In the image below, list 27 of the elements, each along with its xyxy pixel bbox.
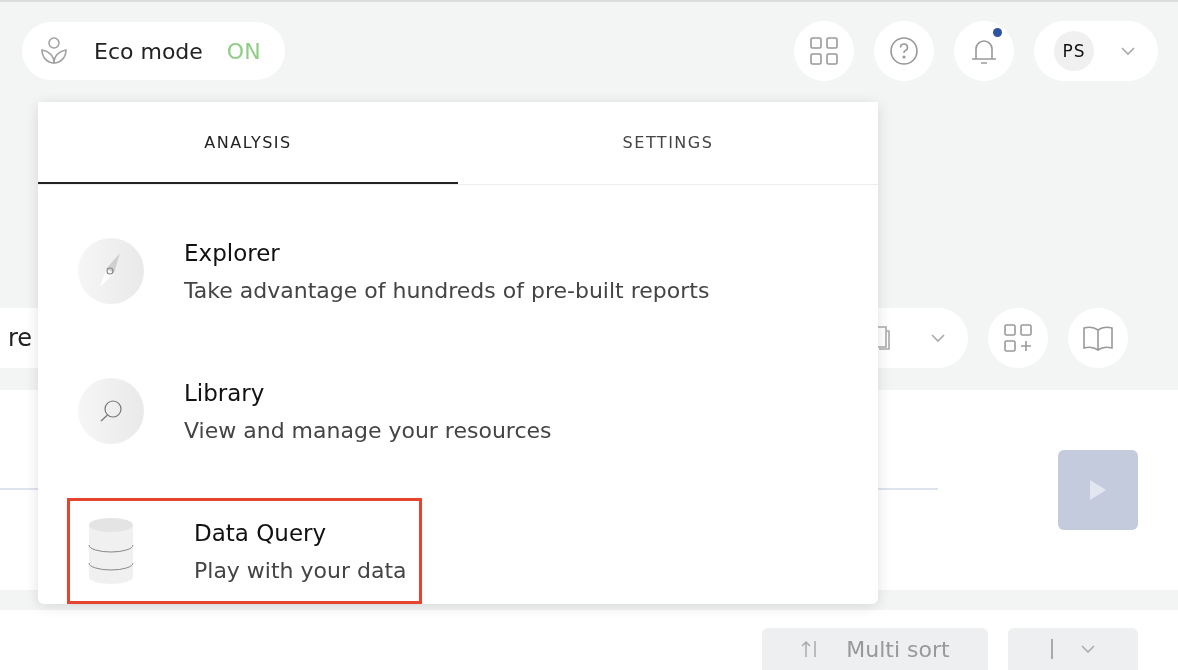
add-grid-icon (1003, 323, 1033, 353)
run-button[interactable] (1058, 450, 1138, 530)
menu-item-title: Data Query (194, 519, 328, 546)
menu-item[interactable]: Explorer Take advantage of hundreds of pre-built reports (70, 221, 710, 321)
menu-tab[interactable]: ANALYSIS (38, 102, 458, 184)
menu-item[interactable]: Library View and manage your resources (70, 361, 552, 461)
book-icon (1082, 324, 1114, 352)
menu-item-title: Explorer (184, 239, 281, 266)
menu-tab[interactable]: SETTINGS (458, 102, 878, 184)
chevron-down-icon (1120, 46, 1136, 56)
menu-item-description: Play with your data (194, 557, 407, 583)
chevron-down-icon (930, 333, 946, 343)
menu-item[interactable]: Data Query Play with your data (70, 501, 419, 601)
menu-item-description: View and manage your resources (184, 417, 552, 443)
menu-item-description: Take advantage of hundreds of pre-built reports (184, 277, 710, 303)
play-icon (1088, 478, 1108, 502)
plant-icon (38, 35, 70, 67)
menu-item-title: Library (184, 379, 266, 406)
eco-mode-status: ON (226, 38, 261, 64)
grid-icon (809, 36, 839, 66)
user-menu[interactable]: PS (1034, 21, 1158, 81)
user-avatar: PS (1054, 31, 1094, 71)
database-icon (88, 517, 134, 585)
chevron-down-icon (1080, 645, 1095, 653)
eco-mode-toggle[interactable]: Eco mode ON (22, 22, 285, 80)
eco-mode-label: Eco mode (94, 38, 203, 64)
help-icon (889, 36, 919, 66)
